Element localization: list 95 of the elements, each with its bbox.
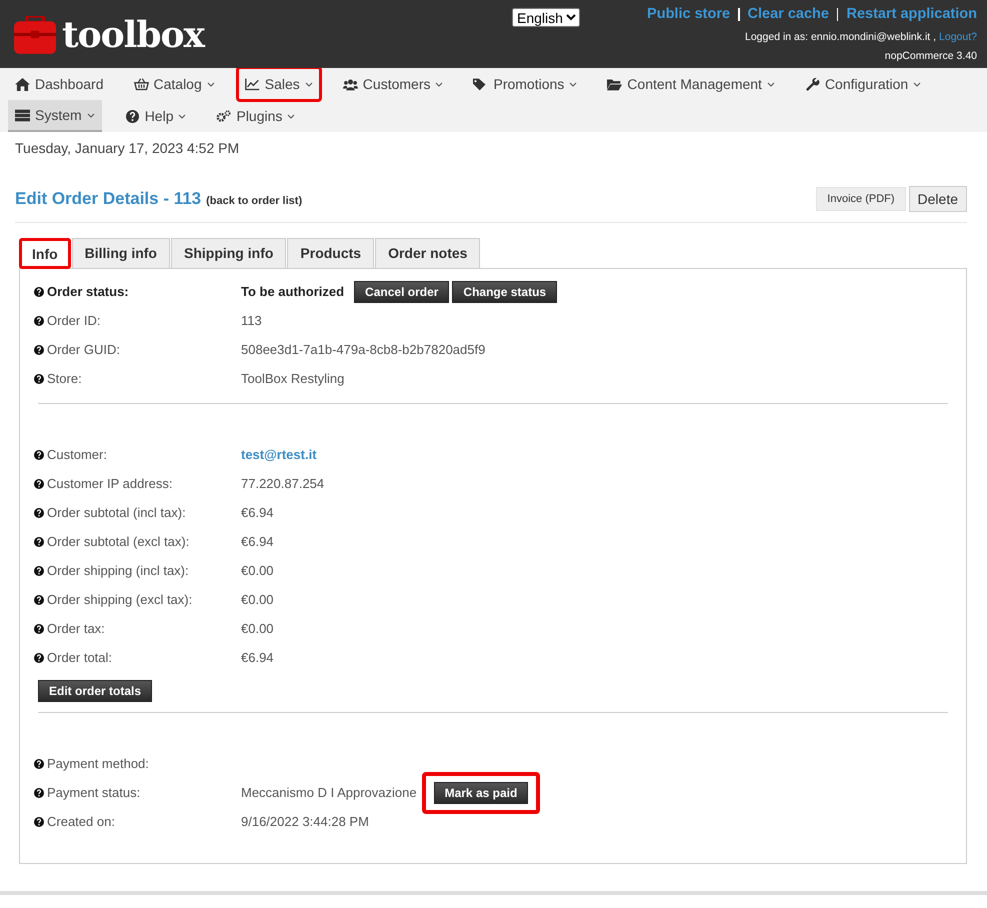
help-icon (34, 478, 44, 488)
chevron-icon (178, 114, 186, 118)
wrench-icon (804, 78, 820, 90)
chevron-icon (206, 82, 215, 86)
action-button[interactable]: Mark as paid (434, 782, 528, 804)
field-label: Order tax: (47, 621, 105, 636)
logo-text: toolbox (62, 14, 204, 56)
page-title: Edit Order Details - 113 (15, 189, 202, 209)
field-value: €6.94 (241, 534, 274, 549)
chevron-icon (304, 82, 313, 86)
version-text: nopCommerce 3.40 (884, 50, 977, 62)
field-value: To be authorized (241, 284, 344, 299)
action-button[interactable]: Invoice (PDF) (816, 187, 906, 211)
help-icon (34, 286, 44, 296)
help-icon (34, 508, 44, 518)
tab[interactable]: Info (19, 238, 71, 269)
back-link[interactable]: (back to order list) (206, 194, 302, 206)
chevron-icon (287, 114, 296, 118)
help-icon (34, 788, 44, 798)
field-value: €0.00 (241, 621, 274, 636)
date-text: Tuesday, January 17, 2023 4:52 PM (15, 140, 240, 156)
field-value: ToolBox Restyling (241, 371, 344, 386)
help-icon (34, 652, 44, 662)
tab[interactable]: Products (287, 238, 374, 268)
language-select[interactable]: English (512, 8, 580, 27)
tab[interactable]: Order notes (375, 238, 480, 268)
users-icon (342, 78, 358, 90)
chevron-icon (766, 82, 775, 86)
header-link[interactable]: Clear cache (748, 6, 829, 22)
field-label: Order shipping (incl tax): (47, 563, 189, 578)
field-value: €6.94 (241, 505, 274, 520)
menu-item[interactable]: Content Management (600, 68, 782, 100)
chevron-icon (435, 82, 444, 86)
field-value: Meccanismo D I Approvazione (241, 785, 417, 800)
menu-item[interactable]: Configuration (798, 68, 928, 100)
field-value: 113 (241, 313, 262, 328)
field-value: 508ee3d1-7a1b-479a-8cb8-b2b7820ad5f9 (241, 342, 486, 357)
header-link[interactable]: Restart application (846, 6, 977, 22)
field-label: Order shipping (excl tax): (47, 592, 192, 607)
menu-item[interactable]: Sales (238, 68, 320, 100)
field-label: Order subtotal (incl tax): (47, 505, 186, 520)
menu-item[interactable]: Customers (336, 68, 450, 100)
help-icon (34, 450, 44, 460)
field-label: Order ID: (47, 313, 100, 328)
basket-icon (134, 78, 148, 90)
field-label: Order status: (47, 284, 129, 299)
field-label: Customer IP address: (47, 476, 172, 491)
menu-item[interactable]: Promotions (466, 68, 584, 100)
toolbox-logo-icon (14, 16, 56, 54)
field-label: Payment method: (47, 756, 149, 771)
help-icon (124, 110, 140, 122)
field-value: 77.220.87.254 (241, 476, 324, 491)
edit-totals-button[interactable]: Edit order totals (38, 680, 152, 702)
menu-item[interactable]: Catalog (126, 68, 222, 100)
help-icon (34, 566, 44, 576)
field-value: 9/16/2022 3:44:28 PM (241, 814, 369, 829)
home-icon (15, 78, 30, 90)
field-label: Store: (47, 371, 82, 386)
field-label: Payment status: (47, 785, 140, 800)
action-button[interactable]: Cancel order (354, 280, 450, 302)
line-chart-icon (244, 78, 260, 90)
help-icon (34, 536, 44, 546)
field-label: Created on: (47, 814, 115, 829)
field-label: Order GUID: (47, 342, 120, 357)
logged-in-text: Logged in as: ennio.mondini@weblink.it , (745, 31, 936, 43)
menu-item[interactable]: Help (118, 100, 194, 132)
field-label: Order subtotal (excl tax): (47, 534, 190, 549)
field-label: Order total: (47, 650, 112, 665)
gears-icon (216, 110, 232, 122)
menu-item[interactable]: Plugins (209, 100, 302, 132)
header-link[interactable]: Public store (647, 6, 730, 22)
field-label: Customer: (47, 447, 107, 462)
folder-icon (607, 78, 622, 90)
action-button[interactable]: Change status (452, 280, 558, 302)
menu-item[interactable]: Dashboard (8, 68, 110, 100)
help-icon (34, 624, 44, 634)
field-value: €0.00 (241, 592, 274, 607)
field-value: €6.94 (241, 650, 274, 665)
menu-item[interactable]: System (8, 100, 102, 132)
action-button[interactable]: Delete (908, 186, 967, 212)
logout-link[interactable]: Logout? (939, 31, 977, 43)
help-icon (34, 344, 44, 354)
tab[interactable]: Shipping info (170, 238, 286, 268)
field-value: €0.00 (241, 563, 274, 578)
help-icon (34, 316, 44, 326)
tab[interactable]: Billing info (72, 238, 170, 268)
server-icon (15, 108, 30, 122)
customer-link[interactable]: test@rtest.it (241, 447, 317, 462)
chevron-icon (86, 112, 95, 118)
help-icon (34, 816, 44, 826)
help-icon (34, 374, 44, 384)
chevron-icon (913, 82, 922, 86)
help-icon (34, 758, 44, 768)
chevron-icon (569, 82, 578, 86)
help-icon (34, 594, 44, 604)
